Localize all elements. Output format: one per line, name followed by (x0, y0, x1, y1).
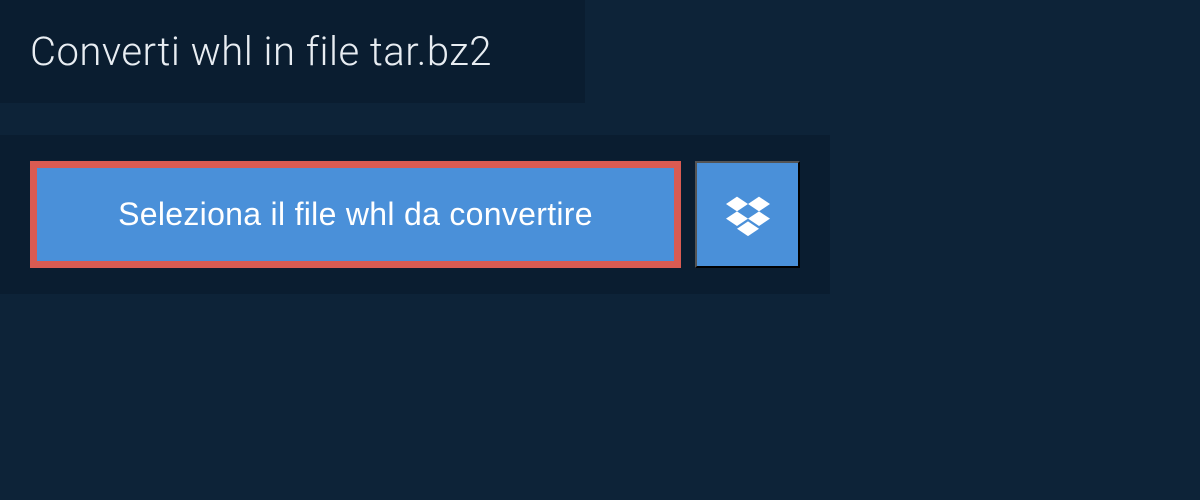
select-file-button[interactable]: Seleziona il file whl da convertire (30, 161, 681, 268)
header-panel: Converti whl in file tar.bz2 (0, 0, 585, 103)
page-title: Converti whl in file tar.bz2 (30, 28, 555, 75)
upload-panel: Seleziona il file whl da convertire (0, 135, 830, 294)
dropbox-icon (726, 193, 770, 237)
dropbox-button[interactable] (695, 161, 800, 268)
